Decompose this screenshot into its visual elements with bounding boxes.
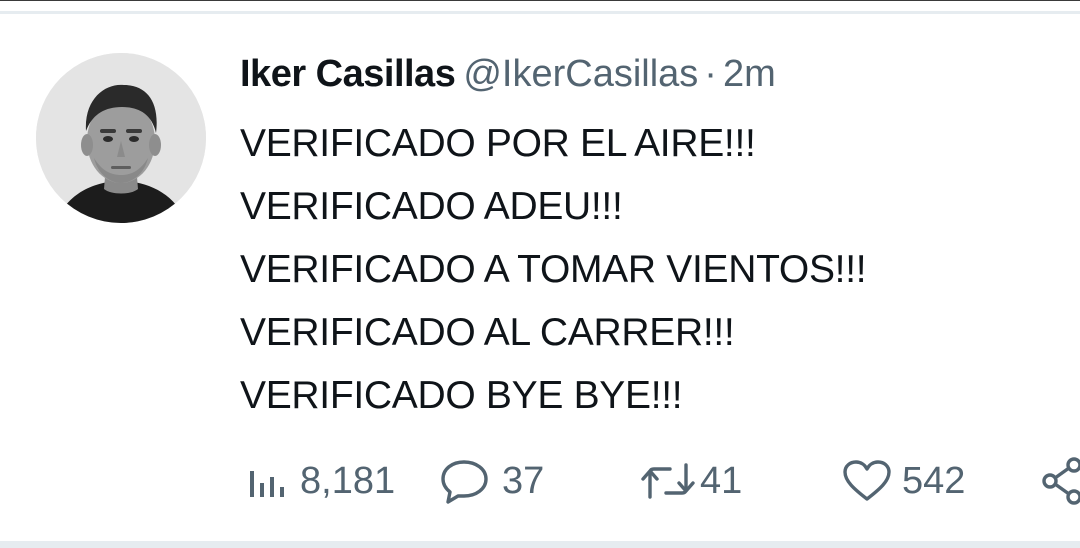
tweet-line: VERIFICADO POR EL AIRE!!!: [240, 122, 756, 165]
tweet-line: VERIFICADO AL CARRER!!!: [240, 311, 735, 354]
timestamp[interactable]: 2m: [723, 53, 776, 95]
tweet-card: Iker Casillas @IkerCasillas · 2m VERIFICADO…: [0, 0, 1080, 548]
share-button[interactable]: [1040, 453, 1080, 509]
retweet-count: 41: [700, 459, 743, 502]
profile-photo: [36, 53, 206, 223]
views-button[interactable]: 8,181: [244, 453, 395, 509]
retweet-button[interactable]: 41: [640, 453, 742, 509]
retweet-icon: [640, 461, 696, 501]
like-count: 542: [902, 459, 966, 502]
display-name[interactable]: Iker Casillas: [240, 53, 456, 95]
like-button[interactable]: 542: [842, 453, 965, 509]
reply-count: 37: [502, 459, 545, 502]
tweet-header: Iker Casillas @IkerCasillas · 2m: [240, 49, 776, 99]
bar-chart-icon: [244, 461, 290, 501]
avatar[interactable]: [36, 53, 206, 223]
user-handle[interactable]: @IkerCasillas: [463, 53, 698, 95]
tweet-line: VERIFICADO BYE BYE!!!: [240, 374, 683, 417]
action-bar: 8,181 37 41 542: [0, 453, 1080, 509]
heart-icon: [842, 459, 892, 503]
speech-bubble-icon: [440, 458, 492, 504]
top-divider: [0, 11, 1080, 14]
tweet-text: VERIFICADO POR EL AIRE!!! VERIFICADO ADE…: [240, 112, 1060, 427]
views-count: 8,181: [300, 459, 396, 502]
reply-button[interactable]: 37: [440, 453, 544, 509]
share-icon: [1040, 457, 1080, 505]
tweet-line: VERIFICADO ADEU!!!: [240, 185, 623, 228]
header-separator: ·: [704, 53, 717, 95]
tweet-line: VERIFICADO A TOMAR VIENTOS!!!: [240, 248, 867, 291]
